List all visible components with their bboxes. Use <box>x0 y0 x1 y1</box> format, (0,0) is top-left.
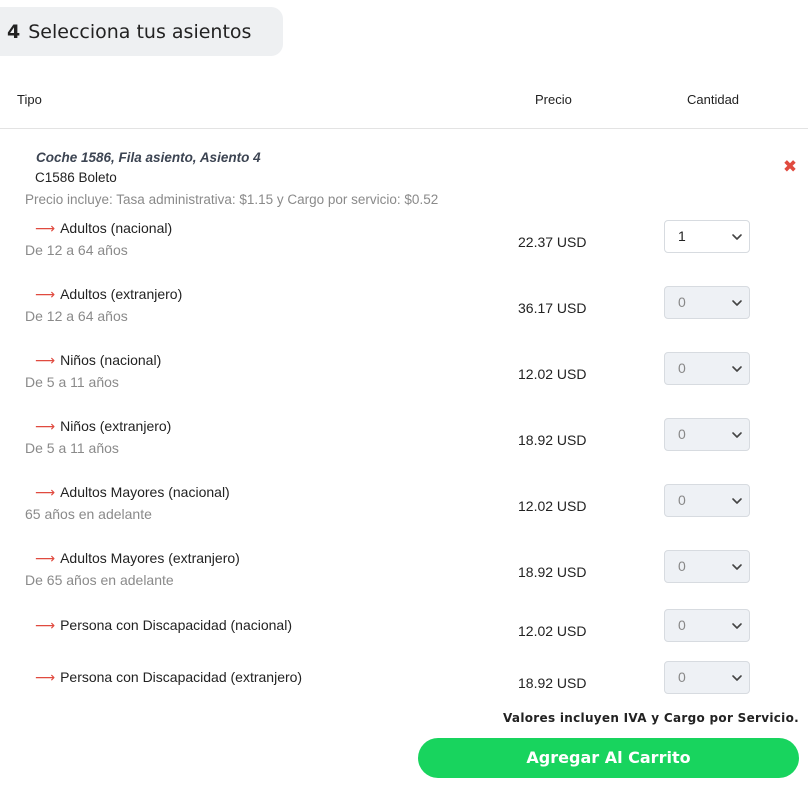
quantity-select[interactable]: 0 <box>664 661 750 694</box>
chevron-down-icon <box>732 300 742 306</box>
quantity-value: 0 <box>678 426 686 442</box>
ticket-row: ⟶ Niños (nacional) De 5 a 11 años 12.02 USD… <box>0 352 808 412</box>
ticket-type-name: Persona con Discapacidad (nacional) <box>60 617 292 633</box>
ticket-price: 18.92 USD <box>518 432 587 448</box>
quantity-select[interactable]: 1 <box>664 220 750 253</box>
chevron-down-icon <box>732 623 742 629</box>
ticket-type-label: ⟶ Persona con Discapacidad (extranjero) <box>35 669 302 686</box>
ticket-row: ⟶ Niños (extranjero) De 5 a 11 años 18.92 U… <box>0 418 808 478</box>
step-number: 4 <box>7 20 21 43</box>
quantity-select[interactable]: 0 <box>664 550 750 583</box>
chevron-down-icon <box>732 675 742 681</box>
ticket-price: 18.92 USD <box>518 675 587 691</box>
ticket-price: 22.37 USD <box>518 234 587 250</box>
arrow-right-icon: ⟶ <box>35 617 56 633</box>
ticket-price: 36.17 USD <box>518 300 587 316</box>
quantity-value: 1 <box>678 228 686 244</box>
quantity-select[interactable]: 0 <box>664 418 750 451</box>
quantity-select[interactable]: 0 <box>664 286 750 319</box>
ticket-type-label: ⟶ Adultos (nacional) <box>35 220 172 237</box>
arrow-right-icon: ⟶ <box>35 352 56 368</box>
quantity-select[interactable]: 0 <box>664 609 750 642</box>
ticket-row: ⟶ Adultos Mayores (nacional) 65 años en ad… <box>0 484 808 544</box>
quantity-value: 0 <box>678 669 686 685</box>
arrow-right-icon: ⟶ <box>35 484 56 500</box>
ticket-type-name: Adultos (nacional) <box>60 220 173 236</box>
ticket-type-label: ⟶ Adultos Mayores (extranjero) <box>35 550 240 567</box>
quantity-value: 0 <box>678 492 686 508</box>
quantity-value: 0 <box>678 617 686 633</box>
ticket-age-range: De 12 a 64 años <box>25 308 128 324</box>
vat-note: Valores incluyen IVA y Cargo por Servici… <box>503 711 799 725</box>
chevron-down-icon <box>732 432 742 438</box>
seat-code: C1586 Boleto <box>35 170 117 185</box>
ticket-price: 12.02 USD <box>518 366 587 382</box>
header-type: Tipo <box>17 92 42 107</box>
ticket-type-label: ⟶ Adultos (extranjero) <box>35 286 182 303</box>
ticket-price: 12.02 USD <box>518 498 587 514</box>
step-title: Selecciona tus asientos <box>28 20 252 43</box>
seat-coach: Coche 1586, Fila asiento, Asiento 4 <box>36 150 261 165</box>
header-divider <box>0 128 808 129</box>
ticket-price: 12.02 USD <box>518 623 587 639</box>
chevron-down-icon <box>732 234 742 240</box>
arrow-right-icon: ⟶ <box>35 220 56 236</box>
ticket-type-name: Adultos Mayores (nacional) <box>60 484 230 500</box>
quantity-value: 0 <box>678 360 686 376</box>
arrow-right-icon: ⟶ <box>35 550 56 566</box>
add-to-cart-button[interactable]: Agregar Al Carrito <box>418 738 799 778</box>
ticket-type-label: ⟶ Niños (extranjero) <box>35 418 171 435</box>
remove-seat-icon[interactable]: ✖ <box>781 158 799 176</box>
ticket-age-range: De 12 a 64 años <box>25 242 128 258</box>
ticket-row: ⟶ Adultos (extranjero) De 12 a 64 años 36.1… <box>0 286 808 346</box>
ticket-row: ⟶ Adultos Mayores (extranjero) De 65 años … <box>0 550 808 610</box>
ticket-age-range: 65 años en adelante <box>25 506 152 522</box>
arrow-right-icon: ⟶ <box>35 669 56 685</box>
header-price: Precio <box>535 92 572 107</box>
ticket-age-range: De 5 a 11 años <box>25 374 119 390</box>
quantity-select[interactable]: 0 <box>664 352 750 385</box>
ticket-type-name: Adultos Mayores (extranjero) <box>60 550 240 566</box>
step-header: 4 Selecciona tus asientos <box>0 7 283 56</box>
ticket-type-label: ⟶ Niños (nacional) <box>35 352 161 369</box>
chevron-down-icon <box>732 366 742 372</box>
ticket-type-label: ⟶ Persona con Discapacidad (nacional) <box>35 617 292 634</box>
chevron-down-icon <box>732 564 742 570</box>
quantity-value: 0 <box>678 294 686 310</box>
ticket-type-name: Persona con Discapacidad (extranjero) <box>60 669 303 685</box>
ticket-type-label: ⟶ Adultos Mayores (nacional) <box>35 484 230 501</box>
quantity-select[interactable]: 0 <box>664 484 750 517</box>
arrow-right-icon: ⟶ <box>35 286 56 302</box>
quantity-value: 0 <box>678 558 686 574</box>
header-quantity: Cantidad <box>687 92 740 107</box>
ticket-age-range: De 5 a 11 años <box>25 440 119 456</box>
ticket-type-name: Niños (extranjero) <box>60 418 172 434</box>
ticket-type-name: Niños (nacional) <box>60 352 162 368</box>
ticket-age-range: De 65 años en adelante <box>25 572 174 588</box>
price-note: Precio incluye: Tasa administrativa: $1.… <box>25 192 439 207</box>
arrow-right-icon: ⟶ <box>35 418 56 434</box>
ticket-price: 18.92 USD <box>518 564 587 580</box>
ticket-row: ⟶ Adultos (nacional) De 12 a 64 años 22.37 … <box>0 220 808 280</box>
ticket-type-name: Adultos (extranjero) <box>60 286 183 302</box>
chevron-down-icon <box>732 498 742 504</box>
